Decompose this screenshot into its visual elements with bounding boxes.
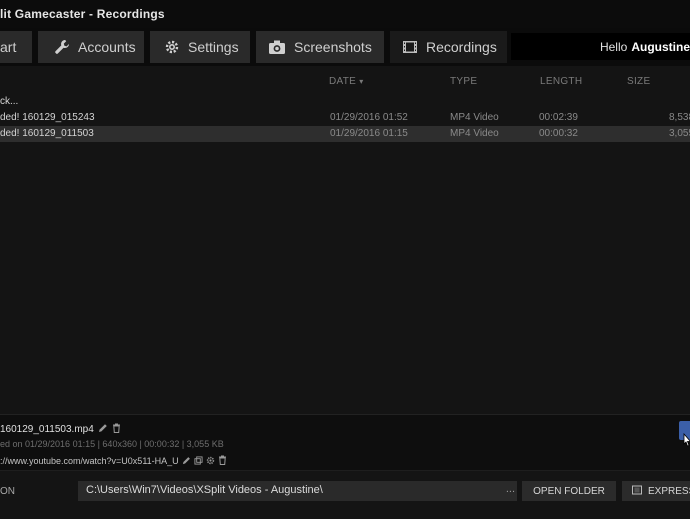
column-size[interactable]: SIZE [627,76,650,87]
row-type: MP4 Video [450,128,499,139]
back-link[interactable]: ck... [0,96,18,107]
details-panel: 160129_011503.mp4 ed on 01/29/2016 01:15… [0,414,690,471]
file-name-row: 160129_011503.mp4 [0,423,121,436]
tab-screenshots-label: Screenshots [294,39,372,55]
row-date: 01/29/2016 01:52 [330,112,408,123]
tab-start-label: art [0,39,17,55]
user-name: Augustine [631,39,690,54]
row-date: 01/29/2016 01:15 [330,128,408,139]
row-length: 00:00:32 [539,128,578,139]
tab-accounts[interactable]: Accounts [38,31,144,63]
tab-settings[interactable]: Settings [150,31,250,63]
trash-icon[interactable] [218,455,227,467]
gear-icon [164,39,180,55]
file-name: 160129_011503.mp4 [0,424,94,435]
row-name: ded! 160129_011503 [0,128,94,139]
row-size: 8,538 KB [669,112,690,123]
column-length[interactable]: LENGTH [540,76,582,87]
trash-icon[interactable] [112,423,121,436]
tab-screenshots[interactable]: Screenshots [256,31,384,63]
recordings-list: DATE ▾ TYPE LENGTH SIZE ck... ded! 16012… [0,70,690,414]
user-greeting[interactable]: Hello Augustine [511,33,690,60]
column-date-label: DATE [329,76,357,87]
tab-accounts-label: Accounts [78,39,136,55]
tab-start[interactable]: art [0,31,32,63]
tab-settings-label: Settings [188,39,239,55]
row-length: 00:02:39 [539,112,578,123]
pencil-icon[interactable] [98,423,108,436]
film-icon [402,39,418,55]
tab-recordings[interactable]: Recordings [390,31,507,63]
bottom-bar: ON C:\Users\Win7\Videos\XSplit Videos - … [0,470,690,519]
row-size: 3,055 KB [669,128,690,139]
list-header: DATE ▾ TYPE LENGTH SIZE [0,70,690,92]
express-button[interactable]: EXPRESS [622,481,690,501]
column-type[interactable]: TYPE [450,76,477,87]
table-row[interactable]: ded! 160129_015243 01/29/2016 01:52 MP4 … [0,110,690,126]
save-path-field[interactable]: C:\Users\Win7\Videos\XSplit Videos - Aug… [78,481,517,501]
sort-arrow-icon: ▾ [359,77,364,86]
save-path-text: C:\Users\Win7\Videos\XSplit Videos - Aug… [86,484,323,496]
greeting-text: Hello [599,39,628,54]
column-date[interactable]: DATE ▾ [329,76,364,87]
mouse-cursor-icon [682,432,690,456]
table-row[interactable]: ded! 160129_011503 01/29/2016 01:15 MP4 … [0,126,690,142]
file-meta: ed on 01/29/2016 01:15 | 640x360 | 00:00… [0,439,224,449]
video-url-row: ://www.youtube.com/watch?v=U0x511-HA_U [0,455,227,467]
gear-icon[interactable] [206,456,215,467]
window-title: lit Gamecaster - Recordings [0,7,165,21]
location-label: ON [0,486,15,497]
row-name: ded! 160129_015243 [0,112,95,123]
video-url[interactable]: ://www.youtube.com/watch?v=U0x511-HA_U [0,456,179,466]
camera-icon [268,39,286,55]
pencil-icon[interactable] [182,456,191,467]
open-folder-button[interactable]: OPEN FOLDER [522,481,616,501]
tab-recordings-label: Recordings [426,39,497,55]
row-type: MP4 Video [450,112,499,123]
film-icon [632,485,642,498]
browse-button[interactable]: ... [506,483,515,495]
express-label: EXPRESS [648,485,690,497]
wrench-icon [54,39,70,55]
copy-icon[interactable] [194,455,203,467]
title-bar: lit Gamecaster - Recordings [0,0,690,29]
